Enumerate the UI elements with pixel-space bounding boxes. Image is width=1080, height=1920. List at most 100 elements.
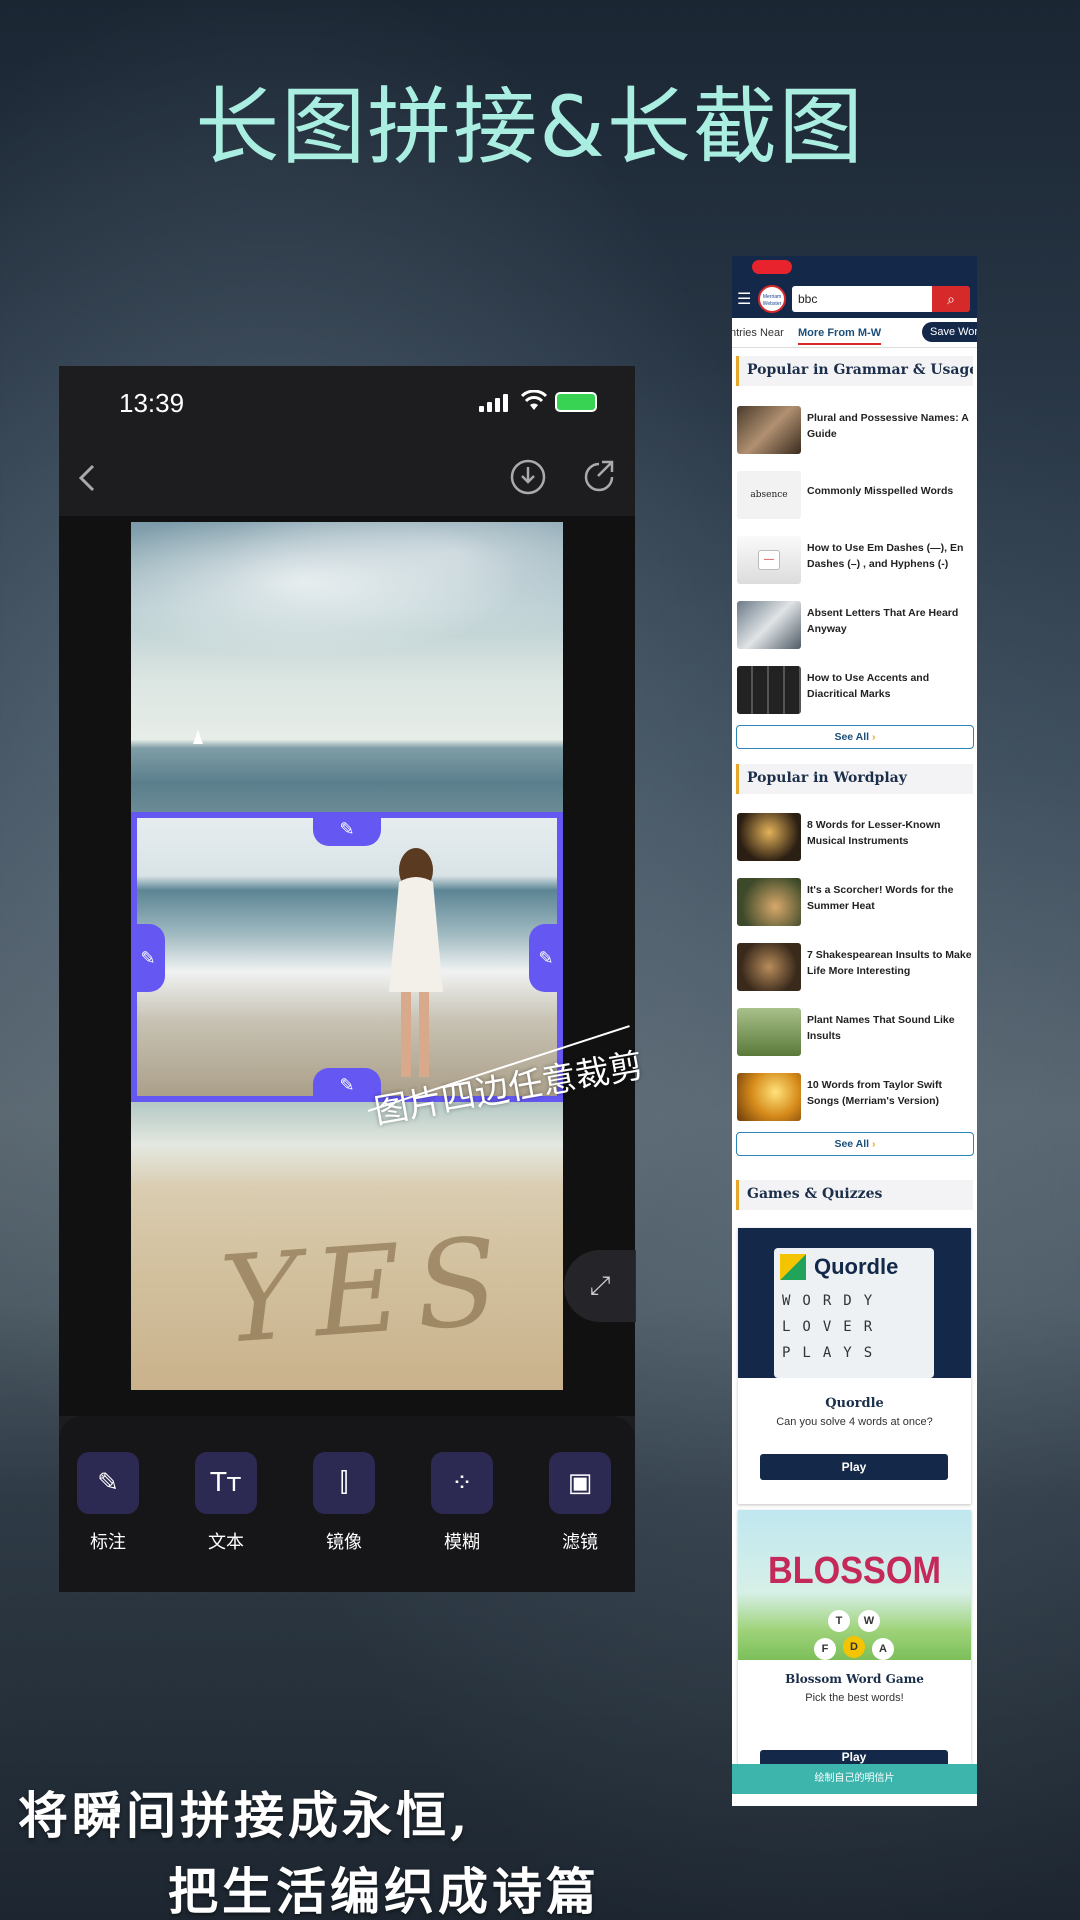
poem-line-1: 将瞬间拼接成永恒, — [18, 1786, 472, 1845]
back-icon[interactable] — [73, 462, 101, 494]
petal-letter: W — [858, 1610, 880, 1632]
quordle-board: Quordle WORDY LOVER PLAYS — [774, 1248, 934, 1378]
tool-filter[interactable]: ▣ 滤镜 — [540, 1452, 620, 1554]
dash-key-icon: — — [758, 550, 780, 570]
wifi-icon — [521, 390, 547, 410]
share-icon[interactable] — [580, 458, 618, 496]
web-tabs: ntries Near More From M-W Save Wor — [732, 318, 977, 348]
game-card-blossom[interactable]: BLOSSOM T W F D A Blossom Word Game Pick… — [738, 1510, 971, 1764]
thumbnail — [737, 943, 801, 991]
article-title: Commonly Misspelled Words — [807, 485, 954, 497]
tool-mirror[interactable]: ⫿ 镜像 — [304, 1452, 384, 1554]
tool-blur[interactable]: ⁘ 模糊 — [422, 1452, 502, 1554]
annotate-icon: ✎ — [77, 1452, 139, 1514]
list-item[interactable]: 10 Words from Taylor Swift Songs (Merria… — [737, 1069, 973, 1125]
quordle-banner: Quordle WORDY LOVER PLAYS — [738, 1228, 971, 1378]
edit-icon: ✎ — [140, 947, 156, 969]
edit-toolbar: ✎ 标注 Tт 文本 ⫿ 镜像 ⁘ 模糊 ▣ 滤镜 — [59, 1416, 635, 1592]
list-item[interactable]: — How to Use Em Dashes (—), En Dashes (–)… — [737, 532, 973, 588]
search-icon[interactable]: ⌕ — [932, 286, 970, 312]
photo-sea-sky[interactable] — [131, 522, 563, 812]
poem-line-2: 把生活编织成诗篇 — [168, 1862, 600, 1920]
quordle-logo-icon — [780, 1254, 806, 1280]
game-card-quordle[interactable]: Quordle WORDY LOVER PLAYS Quordle Can yo… — [738, 1228, 971, 1504]
list-item[interactable]: How to Use Accents and Diacritical Marks — [737, 662, 973, 718]
sand-writing: YES — [216, 1212, 517, 1371]
tool-label: 镜像 — [326, 1532, 362, 1553]
long-screenshot: ☰ Merriam Webster bbc ⌕ ntries Near More … — [732, 256, 977, 1806]
thumbnail — [737, 666, 801, 714]
search-input[interactable]: bbc — [792, 286, 932, 312]
petal-letter: T — [828, 1610, 850, 1632]
section-wordplay: Popular in Wordplay — [736, 764, 973, 794]
game-desc: Can you solve 4 words at once? — [776, 1416, 933, 1428]
list-item[interactable]: Absent Letters That Are Heard Anyway — [737, 597, 973, 653]
thumbnail: absence — [737, 471, 801, 519]
play-button[interactable]: Play — [760, 1454, 948, 1480]
blossom-petals: T W F D A — [814, 1606, 894, 1666]
tab-more-from[interactable]: More From M-W — [798, 327, 882, 345]
game-title: Quordle — [825, 1396, 884, 1411]
top-bar — [59, 440, 635, 516]
thumbnail: — — [737, 536, 801, 584]
signal-icon — [479, 394, 508, 412]
see-all-label: See All — [834, 1138, 870, 1150]
download-icon[interactable] — [509, 458, 547, 496]
list-item[interactable]: Plural and Possessive Names: A Guide — [737, 402, 973, 458]
filter-icon: ▣ — [549, 1452, 611, 1514]
quordle-row: LOVER — [782, 1319, 885, 1335]
thumbnail — [737, 406, 801, 454]
list-item[interactable]: It's a Scorcher! Words for the Summer He… — [737, 874, 973, 930]
battery-icon — [555, 392, 597, 412]
edit-icon: ✎ — [339, 1074, 355, 1096]
status-time: 13:39 — [119, 388, 185, 418]
quordle-grid: WORDY LOVER PLAYS — [782, 1288, 884, 1366]
edit-icon: ✎ — [538, 947, 554, 969]
list-item[interactable]: Plant Names That Sound Like Insults — [737, 1004, 973, 1060]
record-indicator — [752, 260, 792, 274]
mirror-icon: ⫿ — [313, 1452, 375, 1514]
tool-label: 文本 — [208, 1532, 244, 1553]
expand-icon[interactable]: ⤢ — [564, 1250, 636, 1322]
petal-letter: F — [814, 1638, 836, 1660]
article-title: How to Use Em Dashes (—), En Dashes (–) … — [807, 542, 964, 570]
menu-icon[interactable]: ☰ — [737, 289, 751, 309]
play-button[interactable]: Play — [760, 1750, 948, 1764]
list-item[interactable]: 7 Shakespearean Insults to Make Life Mor… — [737, 939, 973, 995]
blossom-logo: BLOSSOM — [768, 1550, 941, 1592]
tab-save-word[interactable]: Save Wor — [922, 322, 977, 342]
article-title: 7 Shakespearean Insults to Make Life Mor… — [807, 949, 972, 977]
article-title: Plural and Possessive Names: A Guide — [807, 412, 969, 440]
thumbnail — [737, 1073, 801, 1121]
tool-text[interactable]: Tт 文本 — [186, 1452, 266, 1554]
article-title: It's a Scorcher! Words for the Summer He… — [807, 884, 954, 912]
quordle-logo: Quordle — [814, 1254, 899, 1279]
clouds — [131, 522, 563, 672]
crop-handle-right[interactable]: ✎ — [529, 924, 563, 992]
text-icon: Tт — [195, 1452, 257, 1514]
section-games: Games & Quizzes — [736, 1180, 973, 1210]
crop-handle-top[interactable]: ✎ — [313, 812, 381, 846]
status-bar: 13:39 — [59, 366, 635, 440]
blossom-info: Blossom Word Game Pick the best words! — [752, 1660, 957, 1764]
crop-handle-left[interactable]: ✎ — [131, 924, 165, 992]
tool-label: 模糊 — [444, 1532, 480, 1553]
list-item[interactable]: absence Commonly Misspelled Words — [737, 467, 973, 523]
merriam-webster-logo[interactable]: Merriam Webster — [758, 285, 786, 313]
photo-sand-yes[interactable]: YES — [131, 1102, 563, 1390]
blur-icon: ⁘ — [431, 1452, 493, 1514]
section-grammar: Popular in Grammar & Usage — [736, 356, 973, 386]
tool-label: 标注 — [90, 1532, 126, 1553]
thumbnail — [737, 813, 801, 861]
quordle-row: PLAYS — [782, 1345, 885, 1361]
ad-banner[interactable]: 绘制自己的明信片 — [732, 1764, 977, 1794]
see-all-button[interactable]: See All › — [736, 1132, 974, 1156]
phone-editor: 13:39 YES ✎ ✎ ✎ ✎ ⤢ ✎ 标注 Tт 文本 ⫿ 镜像 ⁘ 模糊 ▣ 滤镜 — [59, 366, 636, 1592]
see-all-button[interactable]: See All › — [736, 725, 974, 749]
list-item[interactable]: 8 Words for Lesser-Known Musical Instrum… — [737, 809, 973, 865]
crop-selection[interactable] — [131, 812, 563, 1102]
thumbnail — [737, 1008, 801, 1056]
sailboat — [193, 730, 203, 744]
tab-entries-near[interactable]: ntries Near — [732, 327, 784, 339]
tool-annotate[interactable]: ✎ 标注 — [68, 1452, 148, 1554]
